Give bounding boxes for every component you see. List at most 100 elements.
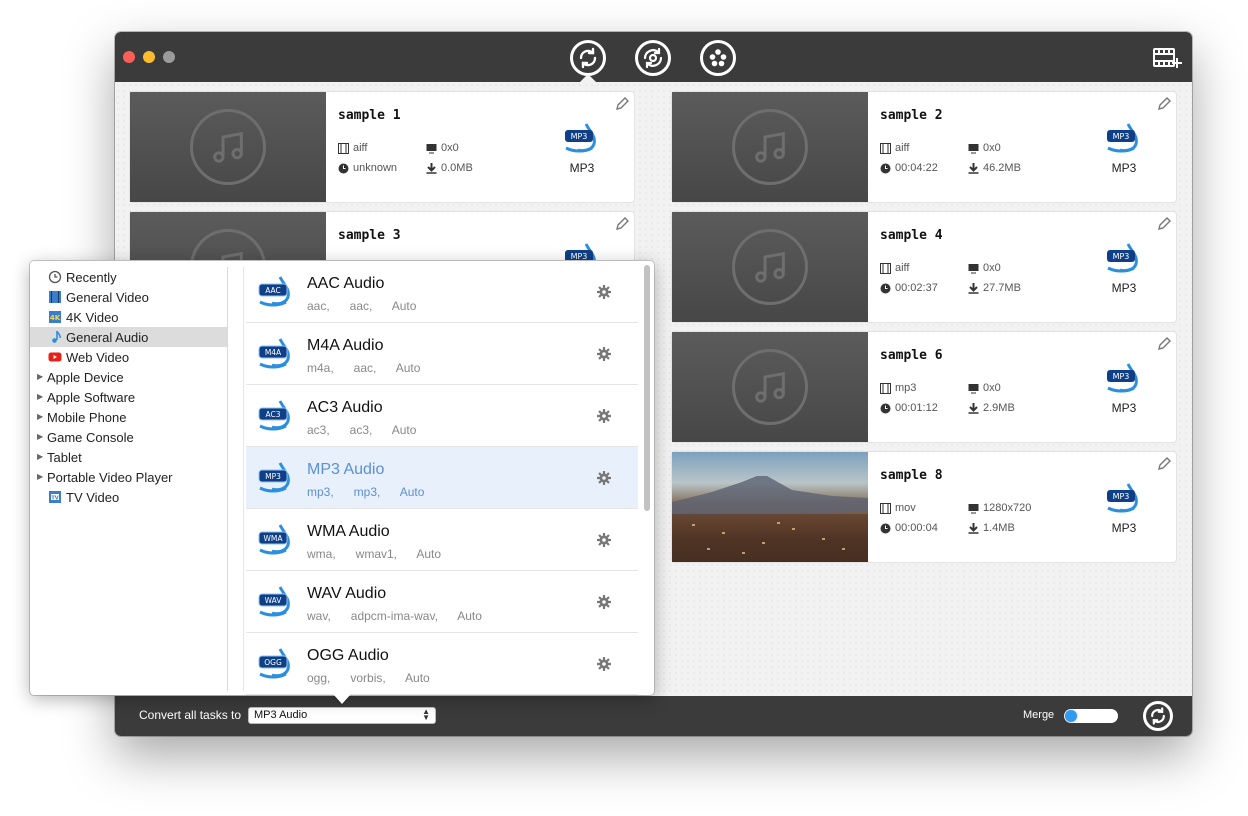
music-note-icon [755,371,785,403]
ogg-format-icon: OGG [258,648,290,679]
monitor-icon [968,503,979,513]
format-row-ogg[interactable]: OGG OGG Audio ogg, vorbis, Auto [246,633,638,695]
format-name: OGG Audio [307,647,389,664]
download-icon [968,522,979,534]
download-icon [968,162,979,174]
select-arrows-icon: ▲ ▼ [422,707,430,722]
disclosure-triangle-icon[interactable]: ▶ [37,432,43,441]
output-format-button[interactable]: MP3 MP3 [1104,362,1144,415]
resolution-meta: 1280x720 [968,502,1031,514]
format-meta: aiff [880,262,909,274]
category-game-console[interactable]: ▶ Game Console [30,427,227,447]
clock-icon [880,523,891,533]
disclosure-triangle-icon[interactable]: ▶ [37,372,43,381]
category-tablet[interactable]: ▶ Tablet [30,447,227,467]
convert-tab-button[interactable] [570,40,606,76]
category-apple-device[interactable]: ▶ Apple Device [30,367,227,387]
task-card[interactable]: sample 2 aiff 0x0 00:04:22 46.2MB MP3 MP… [672,92,1176,202]
gear-icon[interactable] [596,284,612,300]
clock-icon [880,163,891,173]
thumbnail [672,212,868,322]
film-icon [880,142,891,154]
gear-icon[interactable] [596,532,612,548]
format-row-wma[interactable]: WMA WMA Audio wma, wmav1, Auto [246,509,638,571]
category-mobile-phone[interactable]: ▶ Mobile Phone [30,407,227,427]
gear-icon[interactable] [596,470,612,486]
svg-text:MP3: MP3 [265,472,281,481]
convert-all-button[interactable] [1143,701,1173,731]
category-general-video[interactable]: General Video [30,287,227,307]
edit-pencil-icon[interactable] [1156,96,1172,112]
aac-format-icon: AAC [258,276,290,307]
output-format-button[interactable]: MP3 MP3 [1104,242,1144,295]
edit-pencil-icon[interactable] [614,96,630,112]
format-row-ac3[interactable]: AC3 AC3 Audio ac3, ac3, Auto [246,385,638,447]
category-apple-software[interactable]: ▶ Apple Software [30,387,227,407]
close-window-button[interactable] [123,51,135,63]
merge-label: Merge [1023,709,1055,721]
format-row-m4a[interactable]: M4A M4A Audio m4a, aac, Auto [246,323,638,385]
gear-icon[interactable] [596,408,612,424]
svg-text:M4A: M4A [265,348,282,357]
mp3-format-icon: MP3 [565,123,596,153]
task-title: sample 2 [880,108,943,123]
category-list: Recently General Video 4K 4K Video Gener… [30,267,227,691]
format-name: M4A Audio [307,337,384,354]
size-meta: 0.0MB [426,162,473,174]
category-recently[interactable]: Recently [30,267,227,287]
task-card[interactable]: sample 1 aiff 0x0 unknown 0.0MB MP3 MP3 [130,92,634,202]
disclosure-triangle-icon[interactable]: ▶ [37,472,43,481]
edit-pencil-icon[interactable] [1156,456,1172,472]
mp3-format-icon: MP3 [258,462,290,493]
format-row-mp3[interactable]: MP3 MP3 Audio mp3, mp3, Auto [246,447,638,509]
task-card[interactable]: sample 4 aiff 0x0 00:02:37 27.7MB MP3 MP… [672,212,1176,322]
clock-icon [880,283,891,293]
format-row-wav[interactable]: WAV WAV Audio wav, adpcm-ima-wav, Auto [246,571,638,633]
disclosure-triangle-icon[interactable]: ▶ [37,412,43,421]
gear-icon[interactable] [596,346,612,362]
minimize-window-button[interactable] [143,51,155,63]
category-portable-video-player[interactable]: ▶ Portable Video Player [30,467,227,487]
format-description: ogg, vorbis, Auto [307,671,430,685]
disclosure-triangle-icon[interactable]: ▶ [37,452,43,461]
thumbnail [672,92,868,202]
gear-icon[interactable] [596,656,612,672]
video-thumbnail [672,452,868,562]
gear-icon[interactable] [596,594,612,610]
toolbox-tab-button[interactable] [700,40,736,76]
category-4k-video[interactable]: 4K 4K Video [30,307,227,327]
merge-toggle[interactable] [1064,709,1118,723]
mp3-format-icon: MP3 [1107,363,1138,393]
mp3-format-icon: MP3 [1107,483,1138,513]
duration-meta: 00:00:04 [880,522,938,534]
output-format-select[interactable]: MP3 Audio ▲ ▼ [248,707,436,724]
output-format-button[interactable]: MP3 MP3 [1104,122,1144,175]
wma-format-icon: WMA [258,524,290,555]
task-title: sample 3 [338,228,401,243]
task-card[interactable]: sample 6 mp3 0x0 00:01:12 2.9MB MP3 MP3 [672,332,1176,442]
add-files-button[interactable] [1152,46,1182,70]
format-list-scrollbar[interactable] [644,265,650,511]
edit-pencil-icon[interactable] [1156,216,1172,232]
film-icon [880,262,891,274]
output-format-button[interactable]: MP3 MP3 [1104,482,1144,535]
download-icon [426,162,437,174]
rip-tab-button[interactable] [635,40,671,76]
film-icon [880,382,891,394]
category-web-video[interactable]: Web Video [30,347,227,367]
output-format-button[interactable]: MP3 MP3 [562,122,602,175]
format-name: AC3 Audio [307,399,383,416]
disclosure-triangle-icon[interactable]: ▶ [37,392,43,401]
category-tv-video[interactable]: TV TV Video [30,487,227,507]
convert-icon [1151,707,1165,725]
category-general-audio[interactable]: General Audio [30,327,227,347]
format-description: m4a, aac, Auto [307,361,421,375]
zoom-window-button[interactable] [163,51,175,63]
format-picker-popup: Recently General Video 4K 4K Video Gener… [30,261,654,695]
thumbnail [130,92,326,202]
edit-pencil-icon[interactable] [614,216,630,232]
format-row-aac[interactable]: AAC AAC Audio aac, aac, Auto [246,261,638,323]
edit-pencil-icon[interactable] [1156,336,1172,352]
task-card[interactable]: sample 8 mov 1280x720 00:00:04 1.4MB MP3… [672,452,1176,562]
music-note-icon [213,131,243,163]
